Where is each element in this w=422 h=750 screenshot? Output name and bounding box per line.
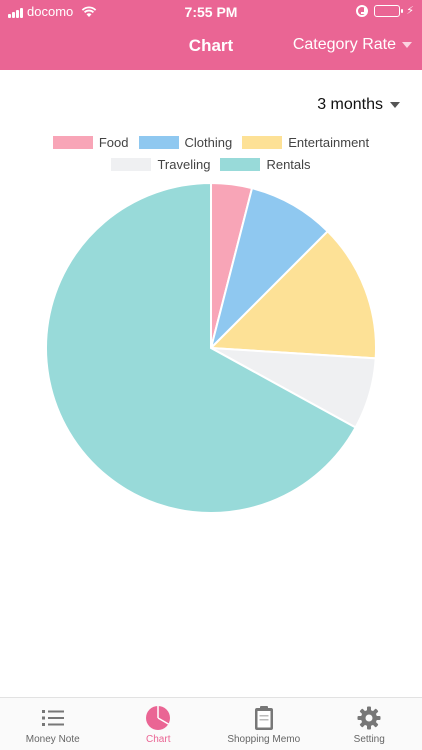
chevron-down-icon bbox=[402, 42, 412, 48]
app-header: docomo 7:55 PM ⚡ Chart Category Rate bbox=[0, 0, 422, 70]
category-rate-dropdown[interactable]: Category Rate bbox=[293, 36, 412, 54]
battery-icon bbox=[374, 4, 404, 17]
tab-shopping-memo[interactable]: Shopping Memo bbox=[211, 698, 317, 750]
tab-chart[interactable]: Chart bbox=[106, 698, 212, 750]
legend-swatch bbox=[242, 136, 283, 149]
orientation-lock-icon bbox=[356, 4, 369, 17]
list-icon bbox=[41, 710, 64, 726]
charging-icon: ⚡ bbox=[406, 5, 414, 17]
tab-label: Money Note bbox=[25, 734, 80, 745]
tab-bar: Money Note Chart Shopping Memo Setting bbox=[0, 697, 422, 750]
tab-money-note[interactable]: Money Note bbox=[0, 698, 106, 750]
category-rate-label: Category Rate bbox=[292, 36, 396, 53]
tab-label: Chart bbox=[146, 734, 171, 745]
clipboard-icon bbox=[254, 706, 273, 730]
gear-icon bbox=[357, 706, 381, 730]
category-pie-chart bbox=[45, 181, 377, 514]
legend-item-clothing: Clothing bbox=[138, 135, 233, 150]
legend-swatch bbox=[138, 136, 179, 149]
tab-label: Shopping Memo bbox=[227, 734, 301, 745]
legend-label: Clothing bbox=[184, 135, 233, 150]
status-bar: docomo 7:55 PM ⚡ bbox=[0, 0, 422, 24]
legend-item-entertainment: Entertainment bbox=[242, 135, 369, 150]
tab-label: Setting bbox=[353, 734, 385, 745]
legend-label: Food bbox=[98, 135, 129, 150]
legend-swatch bbox=[52, 136, 93, 149]
dropdown-arrow-icon bbox=[390, 102, 400, 108]
chart-legend-row-1: Food Clothing Entertainment bbox=[0, 135, 422, 150]
period-selector[interactable]: 3 months bbox=[317, 96, 400, 114]
period-label: 3 months bbox=[317, 96, 383, 113]
legend-item-food: Food bbox=[52, 135, 129, 150]
pie-chart-icon bbox=[146, 706, 171, 730]
tab-setting[interactable]: Setting bbox=[317, 698, 422, 750]
legend-label: Entertainment bbox=[288, 135, 370, 150]
